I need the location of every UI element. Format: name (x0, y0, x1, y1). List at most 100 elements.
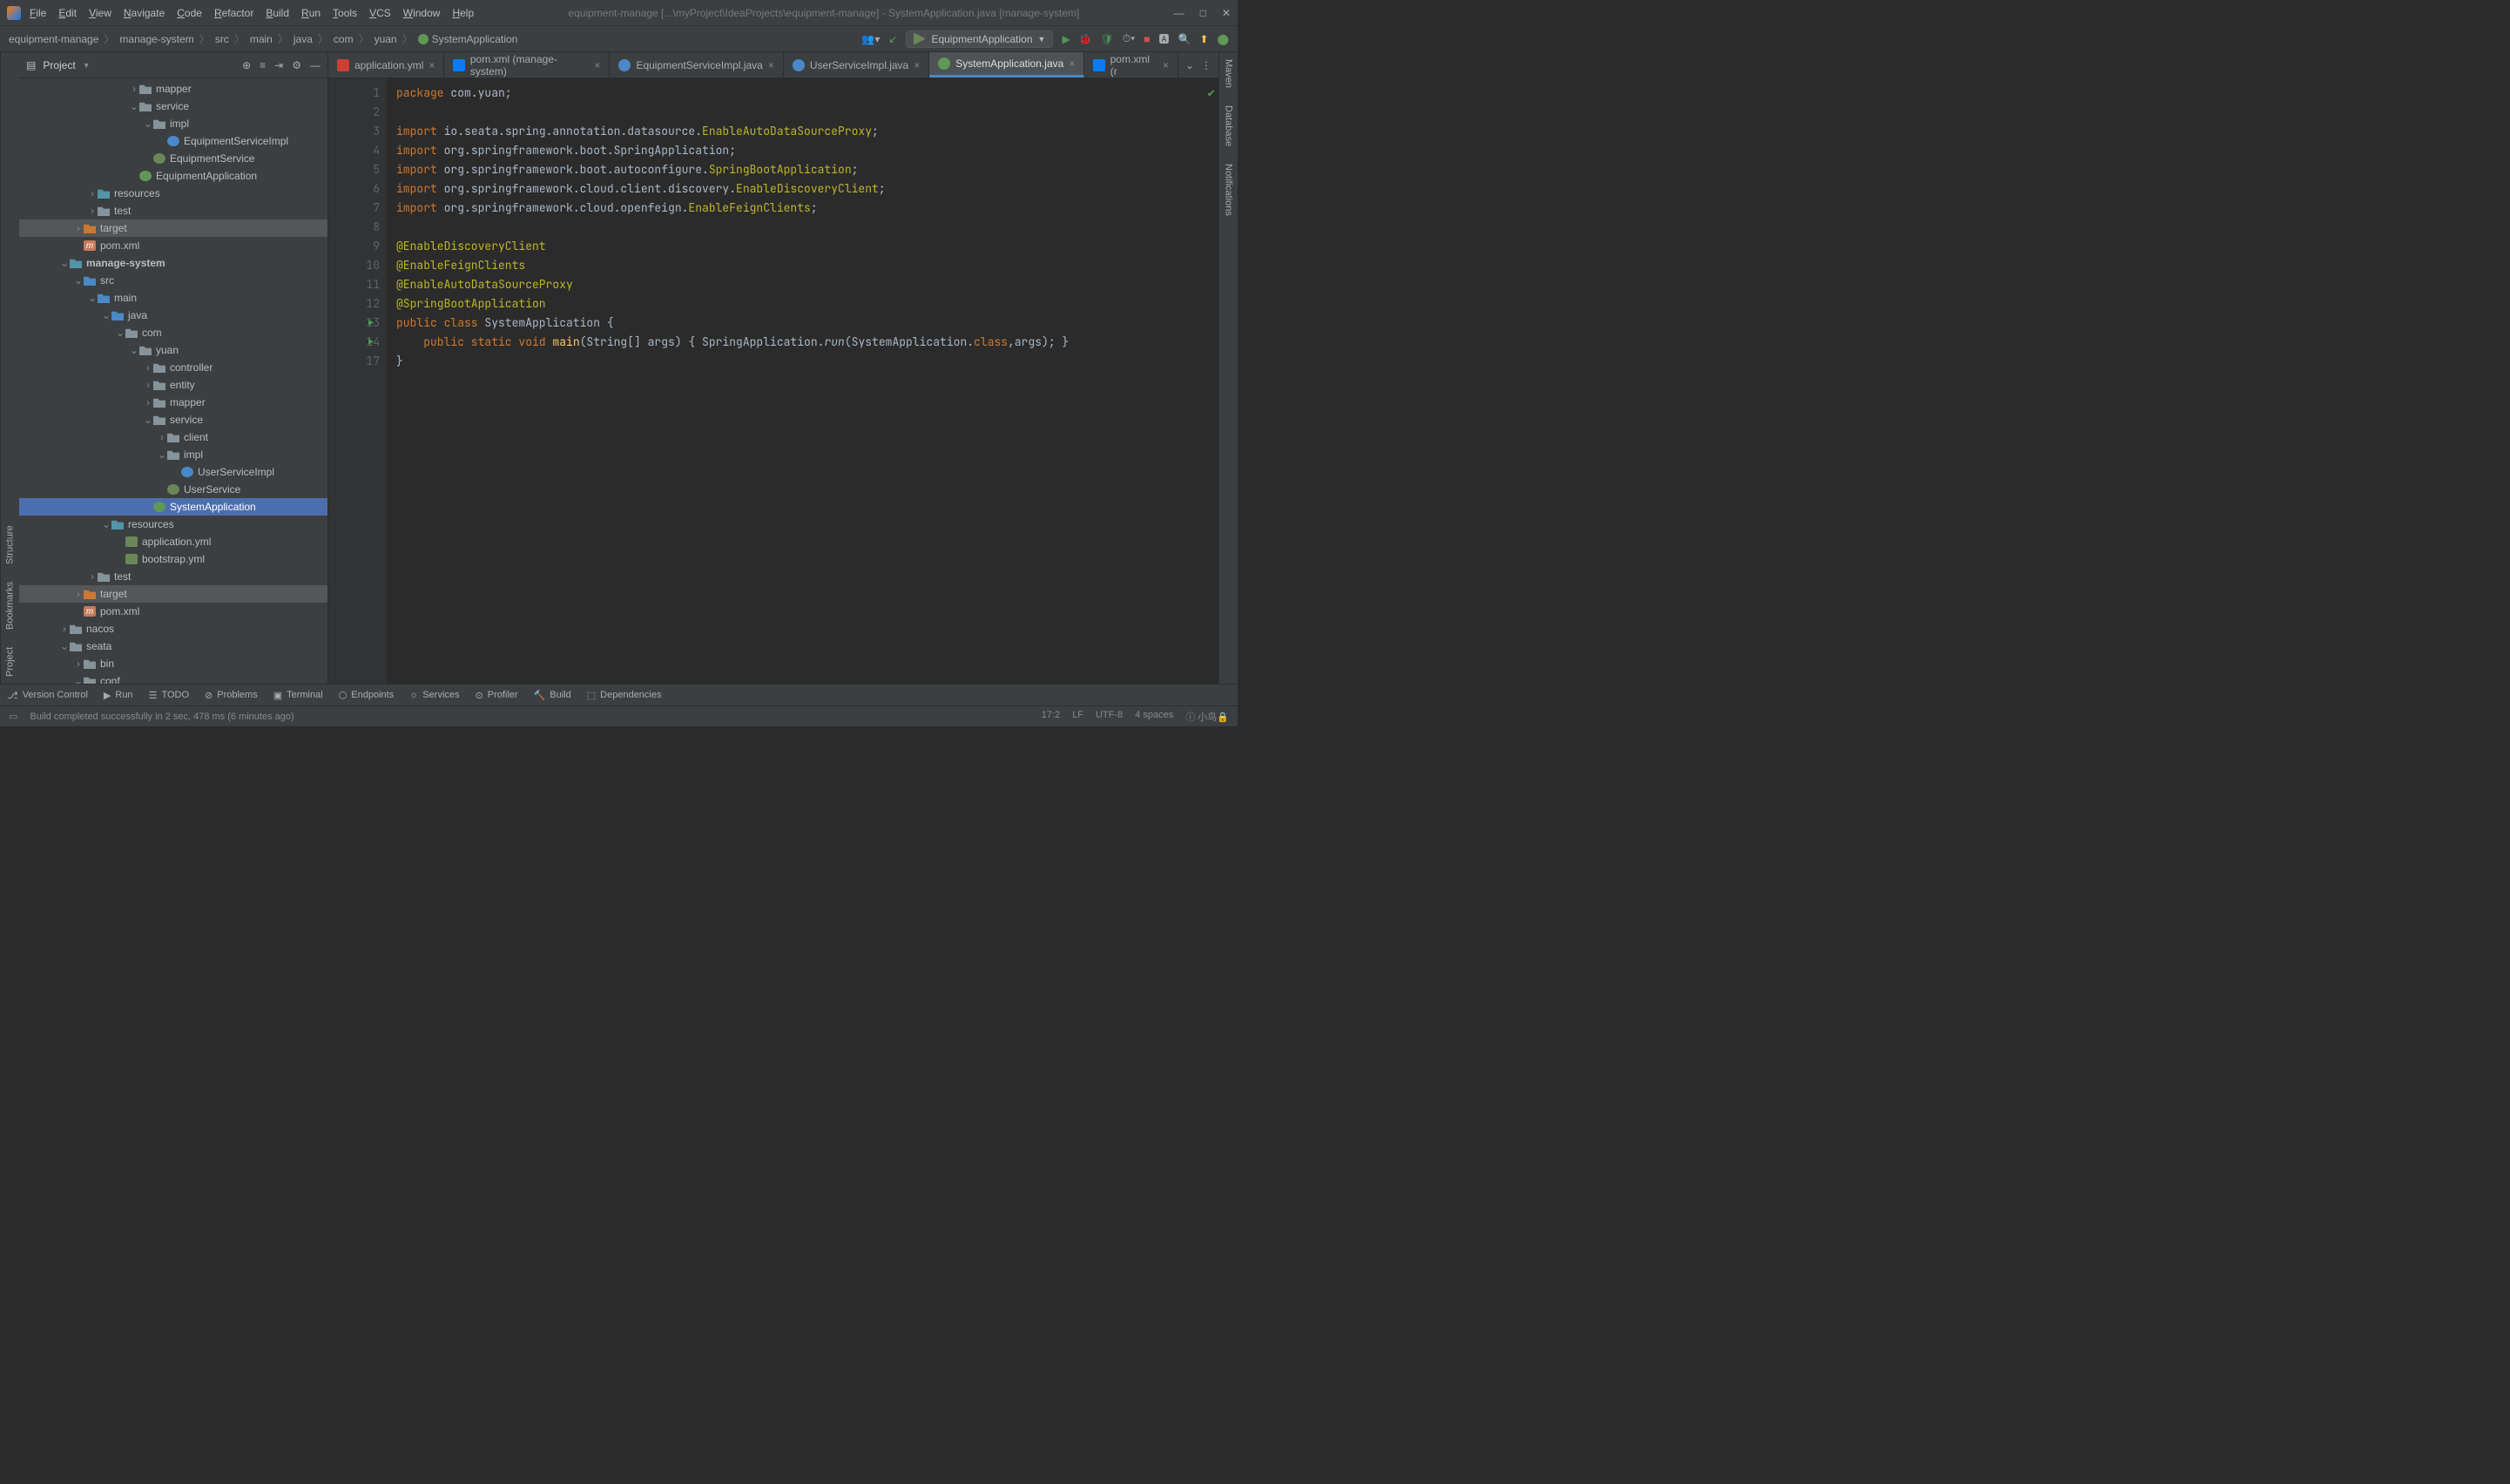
gutter-line[interactable]: 2 (332, 103, 380, 122)
tree-item-mapper[interactable]: ›mapper (19, 394, 327, 411)
tree-item-yuan[interactable]: ⌄yuan (19, 341, 327, 359)
database-tool-tab[interactable]: Database (1224, 105, 1234, 146)
tree-item-equipmentapplication[interactable]: EquipmentApplication (19, 167, 327, 185)
tool-endpoints[interactable]: ⬡Endpoints (339, 690, 395, 701)
tree-arrow-icon[interactable]: ⌄ (101, 309, 111, 321)
gutter-line[interactable]: 10 (332, 256, 380, 275)
editor-tab-2[interactable]: EquipmentServiceImpl.java× (610, 52, 783, 78)
tree-arrow-icon[interactable]: ⌄ (143, 118, 153, 130)
breadcrumb-item-3[interactable]: main (250, 33, 273, 45)
tree-item-com[interactable]: ⌄com (19, 324, 327, 341)
tree-item-test[interactable]: ›test (19, 202, 327, 219)
tool-version-control[interactable]: ⎇Version Control (7, 690, 88, 701)
tree-arrow-icon[interactable]: ⌄ (73, 675, 84, 684)
menu-navigate[interactable]: Navigate (124, 7, 165, 19)
code-line-3[interactable]: import io.seata.spring.annotation.dataso… (396, 122, 1210, 141)
tree-item-application-yml[interactable]: application.yml (19, 533, 327, 550)
search-icon[interactable]: 🔍 (1178, 33, 1191, 45)
close-button[interactable]: ✕ (1222, 7, 1231, 19)
close-tab-icon[interactable]: × (1069, 57, 1075, 70)
pear-icon[interactable]: ⬤ (1218, 33, 1229, 45)
tool-run[interactable]: ▶Run (104, 690, 133, 701)
tree-item-target[interactable]: ›target (19, 219, 327, 237)
more-icon[interactable]: ⋮ (1201, 59, 1211, 71)
project-tool-tab[interactable]: Project (5, 647, 16, 677)
breadcrumb-item-1[interactable]: manage-system (119, 33, 193, 45)
inspection-ok-icon[interactable]: ✔ (1208, 84, 1215, 103)
tree-item-userserviceimpl[interactable]: UserServiceImpl (19, 463, 327, 481)
menu-vcs[interactable]: VCS (369, 7, 391, 19)
tree-arrow-icon[interactable]: ⌄ (87, 292, 98, 304)
tree-arrow-icon[interactable]: › (59, 623, 70, 635)
tree-arrow-icon[interactable]: › (129, 83, 139, 95)
code-line-9[interactable]: @EnableDiscoveryClient (396, 237, 1210, 256)
project-view-title[interactable]: Project (43, 59, 75, 71)
tree-arrow-icon[interactable]: ⌄ (101, 518, 111, 530)
code-line-12[interactable]: @SpringBootApplication (396, 294, 1210, 314)
gutter-line[interactable]: 17 (332, 352, 380, 371)
menu-build[interactable]: Build (266, 7, 289, 19)
run-button[interactable]: ▶ (1062, 33, 1069, 45)
tree-item-seata[interactable]: ⌄seata (19, 637, 327, 655)
tree-arrow-icon[interactable]: › (87, 187, 98, 199)
tree-arrow-icon[interactable]: › (73, 222, 84, 234)
file-encoding[interactable]: UTF-8 (1096, 710, 1123, 724)
gutter-line[interactable]: 12 (332, 294, 380, 314)
maximize-button[interactable]: □ (1200, 7, 1206, 19)
editor-tab-5[interactable]: pom.xml (r× (1084, 52, 1178, 78)
tree-item-bin[interactable]: ›bin (19, 655, 327, 672)
code-with-me-icon[interactable]: 👥▾ (861, 33, 880, 45)
tree-arrow-icon[interactable]: › (87, 205, 98, 217)
status-icon[interactable]: ▭ (9, 711, 17, 722)
project-tree[interactable]: ›mapper⌄service⌄implEquipmentServiceImpl… (19, 78, 327, 684)
tree-item-nacos[interactable]: ›nacos (19, 620, 327, 637)
code-line-6[interactable]: import org.springframework.cloud.client.… (396, 179, 1210, 199)
tool-build[interactable]: 🔨Build (534, 690, 571, 701)
gutter-line[interactable]: 1 (332, 84, 380, 103)
breadcrumb-item-0[interactable]: equipment-manage (9, 33, 98, 45)
project-view-icon[interactable]: ▤ (26, 59, 36, 71)
select-opened-icon[interactable]: ⊕ (242, 59, 251, 71)
tree-item-conf[interactable]: ⌄conf (19, 672, 327, 684)
tool-profiler[interactable]: ⊙Profiler (476, 690, 518, 701)
tree-arrow-icon[interactable]: › (143, 379, 153, 391)
close-tab-icon[interactable]: × (768, 59, 774, 71)
breadcrumb-item-5[interactable]: com (334, 33, 354, 45)
code-line-14[interactable]: public static void main(String[] args) {… (396, 333, 1210, 352)
tree-arrow-icon[interactable]: ⌄ (115, 327, 125, 339)
tree-item-src[interactable]: ⌄src (19, 272, 327, 289)
tree-arrow-icon[interactable]: ⌄ (73, 274, 84, 287)
code-line-7[interactable]: import org.springframework.cloud.openfei… (396, 199, 1210, 218)
menu-view[interactable]: View (89, 7, 111, 19)
tree-arrow-icon[interactable]: ⌄ (129, 344, 139, 356)
tree-item-main[interactable]: ⌄main (19, 289, 327, 307)
tree-item-resources[interactable]: ⌄resources (19, 516, 327, 533)
tree-item-entity[interactable]: ›entity (19, 376, 327, 394)
code-line-5[interactable]: import org.springframework.boot.autoconf… (396, 160, 1210, 179)
gutter-line[interactable]: 5 (332, 160, 380, 179)
tree-item-pom-xml[interactable]: mpom.xml (19, 603, 327, 620)
tree-arrow-icon[interactable]: ⌄ (59, 640, 70, 652)
maven-tool-tab[interactable]: Maven (1224, 59, 1234, 88)
code-line-4[interactable]: import org.springframework.boot.SpringAp… (396, 141, 1210, 160)
editor-tab-1[interactable]: pom.xml (manage-system)× (444, 52, 610, 78)
tree-arrow-icon[interactable]: ⌄ (129, 100, 139, 112)
gutter-line[interactable]: 6 (332, 179, 380, 199)
hide-icon[interactable]: — (310, 59, 320, 71)
indent-settings[interactable]: 4 spaces (1135, 710, 1173, 724)
tree-arrow-icon[interactable]: ⌄ (143, 414, 153, 426)
code-line-8[interactable] (396, 218, 1210, 237)
menu-help[interactable]: Help (452, 7, 474, 19)
code-line-11[interactable]: @EnableAutoDataSourceProxy (396, 275, 1210, 294)
tree-item-bootstrap-yml[interactable]: bootstrap.yml (19, 550, 327, 568)
tree-item-java[interactable]: ⌄java (19, 307, 327, 324)
tree-item-mapper[interactable]: ›mapper (19, 80, 327, 98)
menu-tools[interactable]: Tools (333, 7, 357, 19)
gutter-line[interactable]: 8 (332, 218, 380, 237)
gutter-line[interactable]: 13▶ (332, 314, 380, 333)
update-icon[interactable]: ⬆ (1200, 33, 1209, 45)
gutter-line[interactable]: 11 (332, 275, 380, 294)
tree-item-service[interactable]: ⌄service (19, 411, 327, 428)
tree-item-pom-xml[interactable]: mpom.xml (19, 237, 327, 254)
chevron-down-icon[interactable]: ▼ (83, 61, 91, 70)
